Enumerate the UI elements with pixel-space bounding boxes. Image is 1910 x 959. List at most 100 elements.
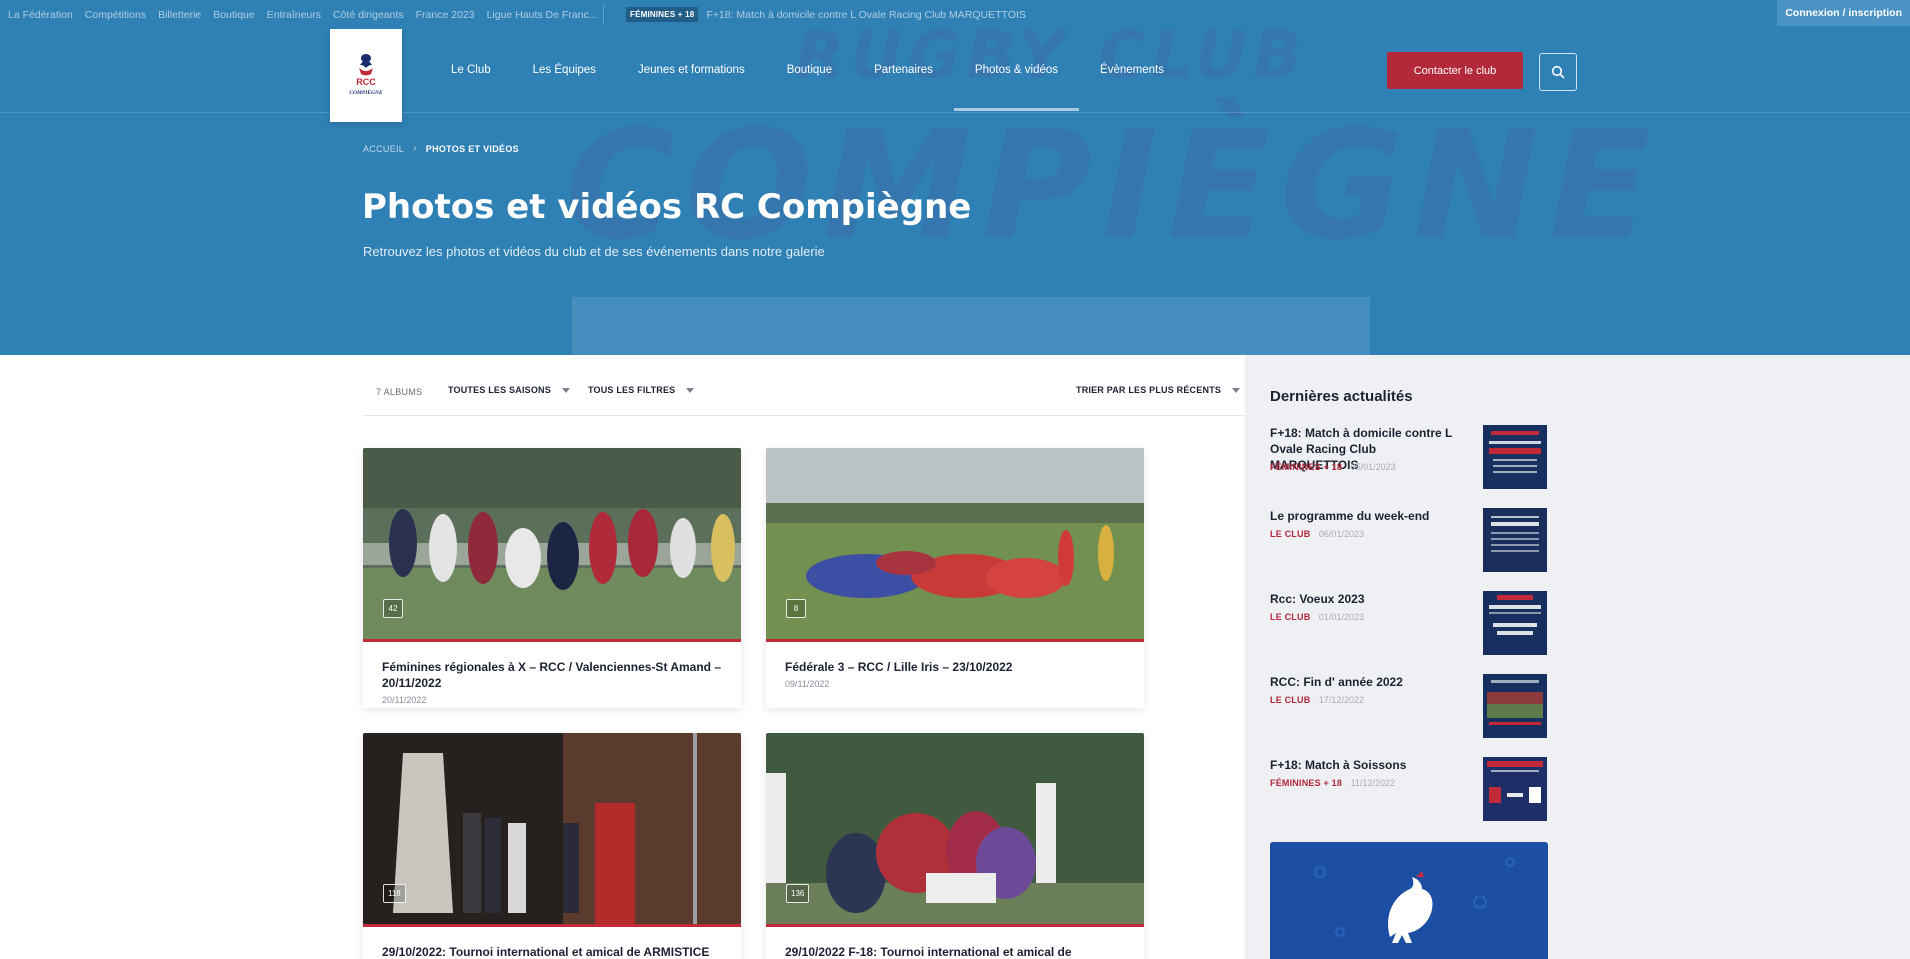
- album-card[interactable]: 8 Fédérale 3 – RCC / Lille Iris – 23/10/…: [766, 448, 1144, 708]
- sidebar-title: Dernières actualités: [1270, 388, 1413, 405]
- caret-down-icon: [686, 387, 695, 393]
- news-date: 06/01/2023: [1318, 529, 1364, 539]
- news-item[interactable]: Le programme du week-end LE CLUB 06/01/2…: [1270, 508, 1549, 572]
- news-date: 11/12/2022: [1350, 778, 1395, 788]
- sort-dropdown[interactable]: TRIER PAR LES PLUS RÉCENTS: [1076, 385, 1241, 395]
- hero-header: RUGBY CLUB COMPIÈGNE RCC COMPIÈGNE Le Cl…: [0, 29, 1910, 355]
- photo-count-badge: 42: [383, 599, 403, 618]
- season-dropdown[interactable]: TOUTES LES SAISONS: [448, 385, 570, 395]
- link-boutique[interactable]: Boutique: [213, 9, 254, 21]
- news-title[interactable]: Le programme du week-end: [1270, 508, 1465, 524]
- news-category[interactable]: LE CLUB: [1270, 612, 1310, 622]
- caret-down-icon: [561, 387, 570, 393]
- nav-le-club[interactable]: Le Club: [430, 29, 512, 111]
- topbar-divider: [603, 5, 604, 25]
- photo-count-badge: 118: [383, 884, 406, 903]
- news-title[interactable]: Rcc: Voeux 2023: [1270, 591, 1465, 607]
- rugby-scrum-photo: [766, 448, 1144, 642]
- news-item[interactable]: F+18: Match à domicile contre L Ovale Ra…: [1270, 425, 1549, 489]
- news-thumbnail[interactable]: [1483, 508, 1547, 572]
- breadcrumb-current: PHOTOS ET VIDÉOS: [425, 143, 519, 154]
- search-button[interactable]: [1539, 53, 1577, 91]
- nav-partenaires[interactable]: Partenaires: [853, 29, 954, 111]
- news-thumbnail[interactable]: [1483, 591, 1547, 655]
- news-poster-image: [1483, 757, 1547, 821]
- caret-down-icon: [1232, 387, 1241, 393]
- album-card[interactable]: 136 29/10/2022 F-18: Tournoi internation…: [766, 733, 1144, 959]
- nav-photos-videos[interactable]: Photos & vidéos: [953, 29, 1080, 111]
- album-title[interactable]: Féminines régionales à X – RCC / Valenci…: [363, 642, 741, 691]
- news-ticker[interactable]: FÉMININES + 18 F+18: Match à domicile co…: [626, 0, 1026, 29]
- search-icon: [1551, 65, 1565, 79]
- link-dirigeants[interactable]: Côté dirigeants: [333, 9, 404, 21]
- album-photo[interactable]: 8: [766, 448, 1144, 642]
- link-billetterie[interactable]: Billetterie: [158, 9, 201, 21]
- news-meta: FÉMININES + 18 11/12/2022: [1270, 778, 1395, 788]
- link-federation[interactable]: La Fédération: [8, 9, 73, 21]
- album-photo[interactable]: 118: [363, 733, 741, 927]
- album-filters: 7 ALBUMS TOUTES LES SAISONS TOUS LES FIL…: [363, 355, 1245, 416]
- rugby-match-photo: [363, 448, 741, 642]
- ceremony-photo: [363, 733, 741, 927]
- news-category[interactable]: FÉMININES + 18: [1270, 462, 1342, 472]
- news-meta: LE CLUB 06/01/2023: [1270, 529, 1364, 539]
- breadcrumb-home[interactable]: ACCUEIL: [363, 144, 404, 154]
- news-thumbnail[interactable]: [1483, 757, 1547, 821]
- federation-links: La Fédération Compétitions Billetterie B…: [8, 0, 609, 29]
- link-entraineurs[interactable]: Entraîneurs: [267, 9, 321, 21]
- album-photo[interactable]: 42: [363, 448, 741, 642]
- news-poster-image: [1483, 674, 1547, 738]
- album-title[interactable]: 29/10/2022 F-18: Tournoi international e…: [766, 927, 1144, 959]
- news-item[interactable]: F+18: Match à Soissons FÉMININES + 18 11…: [1270, 757, 1549, 821]
- news-date: 01/01/2023: [1318, 612, 1364, 622]
- nav-evenements[interactable]: Évènements: [1079, 29, 1185, 111]
- ticker-category-badge: FÉMININES + 18: [626, 7, 699, 22]
- news-category[interactable]: LE CLUB: [1270, 695, 1310, 705]
- news-item[interactable]: Rcc: Voeux 2023 LE CLUB 01/01/2023: [1270, 591, 1549, 655]
- nav-divider: [0, 112, 1910, 113]
- link-ligue[interactable]: Ligue Hauts De Franc...: [487, 9, 598, 21]
- rooster-icon: [1270, 842, 1548, 959]
- news-poster-image: [1483, 508, 1547, 572]
- news-thumbnail[interactable]: [1483, 674, 1547, 738]
- svg-text:RCC: RCC: [356, 77, 376, 87]
- news-meta: LE CLUB 17/12/2022: [1270, 695, 1364, 705]
- news-title[interactable]: RCC: Fin d' année 2022: [1270, 674, 1465, 690]
- album-card[interactable]: 42 Féminines régionales à X – RCC / Vale…: [363, 448, 741, 708]
- page-title: Photos et vidéos RC Compiègne: [362, 187, 972, 227]
- news-category[interactable]: FÉMININES + 18: [1270, 778, 1342, 788]
- ffr-promo-banner[interactable]: [1270, 842, 1548, 959]
- news-poster-image: [1483, 591, 1547, 655]
- page-subtitle: Retrouvez les photos et vidéos du club e…: [363, 244, 825, 259]
- album-date: 09/11/2022: [785, 679, 830, 689]
- club-logo[interactable]: RCC COMPIÈGNE: [330, 29, 402, 122]
- chevron-right-icon: ›: [413, 143, 417, 154]
- news-thumbnail[interactable]: [1483, 425, 1547, 489]
- filter-dropdown[interactable]: TOUS LES FILTRES: [588, 385, 695, 395]
- album-title[interactable]: Fédérale 3 – RCC / Lille Iris – 23/10/20…: [766, 642, 1144, 675]
- news-meta: FÉMININES + 18 05/01/2023: [1270, 462, 1396, 472]
- news-date: 05/01/2023: [1350, 462, 1396, 472]
- nav-les-equipes[interactable]: Les Équipes: [512, 29, 617, 111]
- link-france-2023[interactable]: France 2023: [416, 9, 475, 21]
- album-card[interactable]: 118 29/10/2022: Tournoi international et…: [363, 733, 741, 959]
- club-crest-icon: RCC COMPIÈGNE: [349, 53, 383, 96]
- link-competitions[interactable]: Compétitions: [85, 9, 146, 21]
- svg-text:COMPIÈGNE: COMPIÈGNE: [349, 88, 383, 96]
- ticker-headline[interactable]: F+18: Match à domicile contre L Ovale Ra…: [706, 9, 1026, 21]
- nav-boutique[interactable]: Boutique: [766, 29, 853, 111]
- nav-jeunes-formations[interactable]: Jeunes et formations: [617, 29, 766, 111]
- login-button[interactable]: Connexion / inscription: [1777, 0, 1910, 26]
- news-sidebar: Dernières actualités F+18: Match à domic…: [1245, 355, 1910, 959]
- album-photo[interactable]: 136: [766, 733, 1144, 927]
- news-item[interactable]: RCC: Fin d' année 2022 LE CLUB 17/12/202…: [1270, 674, 1549, 738]
- contact-club-button[interactable]: Contacter le club: [1387, 52, 1523, 89]
- breadcrumb: ACCUEIL › PHOTOS ET VIDÉOS: [363, 143, 519, 154]
- news-category[interactable]: LE CLUB: [1270, 529, 1310, 539]
- album-title[interactable]: 29/10/2022: Tournoi international et ami…: [363, 927, 741, 959]
- news-title[interactable]: F+18: Match à Soissons: [1270, 757, 1465, 773]
- album-date: 20/11/2022: [382, 695, 427, 705]
- season-dropdown-label: TOUTES LES SAISONS: [448, 385, 551, 395]
- team-photo: [766, 733, 1144, 927]
- photo-count-badge: 8: [786, 599, 806, 618]
